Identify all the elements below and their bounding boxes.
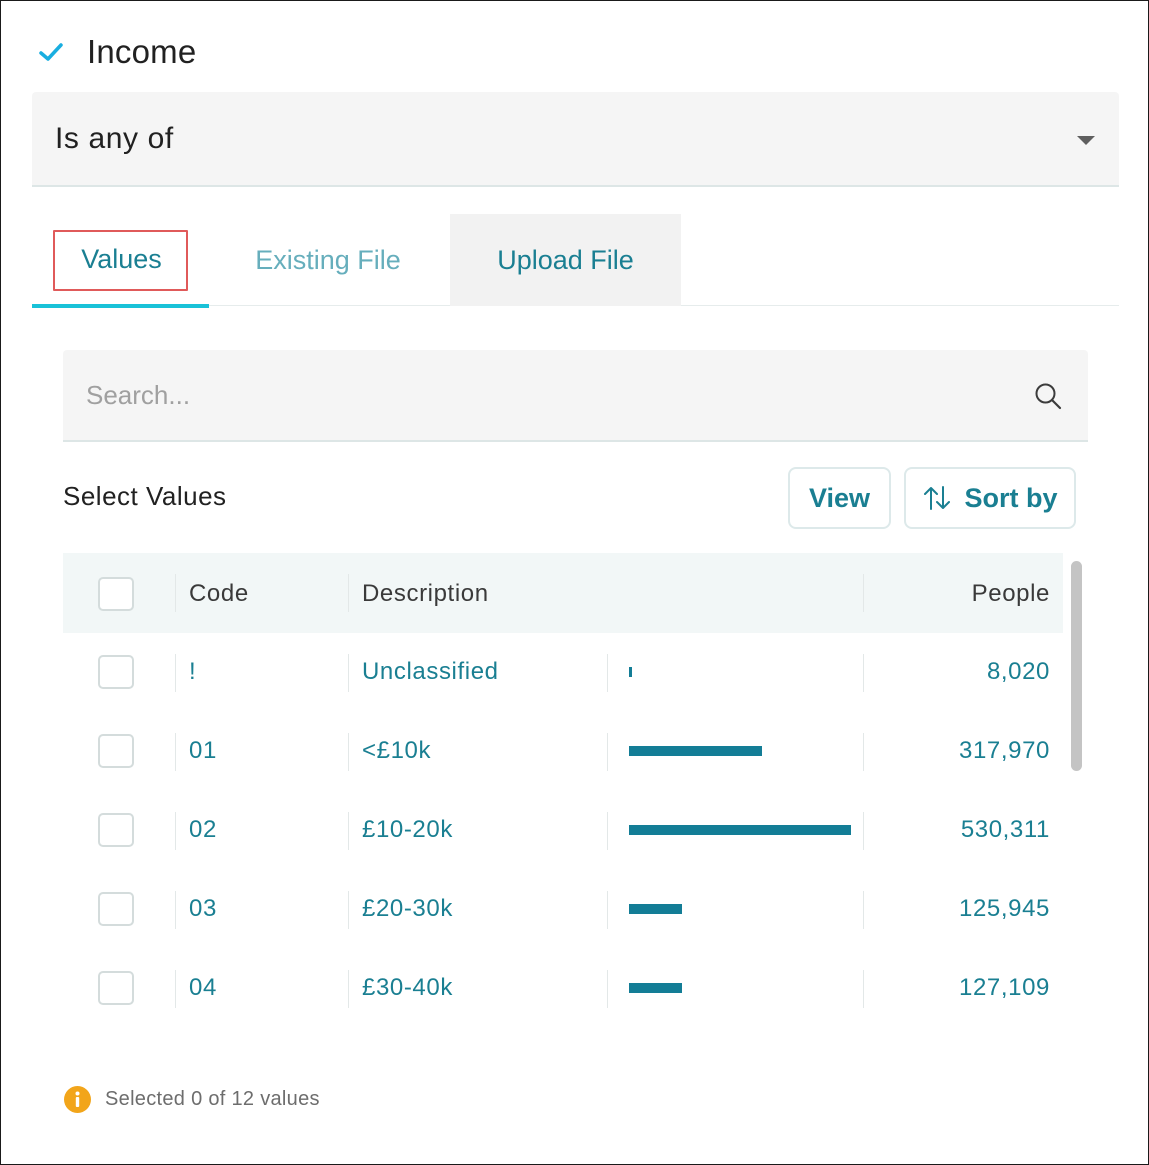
- column-divider: [175, 733, 176, 771]
- sort-by-button-label: Sort by: [964, 482, 1058, 513]
- table-row[interactable]: ! Unclassified 8,020: [63, 633, 1063, 712]
- column-header-description: Description: [362, 580, 489, 607]
- column-divider: [348, 812, 349, 850]
- sort-arrows-icon: [922, 483, 952, 513]
- table-row[interactable]: 04 £30-40k 127,109: [63, 949, 1063, 1028]
- sort-by-button[interactable]: Sort by: [904, 467, 1076, 529]
- search-icon[interactable]: [1033, 381, 1063, 411]
- row-checkbox[interactable]: [98, 971, 134, 1005]
- active-tab-indicator: [32, 304, 209, 308]
- table-row[interactable]: 03 £20-30k 125,945: [63, 870, 1063, 949]
- view-button[interactable]: View: [788, 467, 891, 529]
- tab-upload-file[interactable]: Upload File: [450, 214, 681, 306]
- select-all-checkbox[interactable]: [98, 577, 134, 611]
- row-description: £30-40k: [362, 974, 453, 1001]
- row-description: £10-20k: [362, 816, 453, 843]
- view-button-label: View: [808, 482, 871, 513]
- column-divider: [348, 574, 349, 612]
- operator-value: Is any of: [55, 121, 174, 155]
- tab-existing-file-label: Existing File: [255, 244, 401, 275]
- values-table: Code Description People ! Unclassified 8,0…: [63, 553, 1063, 1039]
- table-header: Code Description People: [63, 553, 1063, 633]
- selection-summary: Selected 0 of 12 values: [64, 1086, 320, 1113]
- column-divider: [607, 654, 608, 692]
- people-bar: [629, 825, 851, 835]
- column-divider: [175, 812, 176, 850]
- panel-header: Income: [37, 29, 196, 75]
- row-description: Unclassified: [362, 658, 499, 685]
- people-bar: [629, 667, 632, 677]
- column-divider: [348, 970, 349, 1008]
- column-divider: [348, 654, 349, 692]
- people-bar: [629, 904, 682, 914]
- row-code: 02: [189, 816, 217, 843]
- row-people: 317,970: [959, 737, 1050, 764]
- column-divider: [175, 654, 176, 692]
- row-people: 8,020: [986, 658, 1050, 685]
- people-bar: [629, 746, 762, 756]
- tab-existing-file[interactable]: Existing File: [230, 214, 426, 306]
- row-people: 125,945: [959, 895, 1050, 922]
- filter-panel: Income Is any of Values Existing File Up…: [0, 0, 1149, 1165]
- select-values-label: Select Values: [63, 481, 227, 511]
- page-title: Income: [87, 33, 197, 70]
- caret-down-icon: [1077, 136, 1095, 145]
- tab-values[interactable]: Values: [32, 214, 209, 308]
- row-description: £20-30k: [362, 895, 453, 922]
- table-scrollbar[interactable]: [1071, 561, 1082, 771]
- column-header-people: People: [971, 580, 1050, 607]
- tab-values-label: Values: [53, 229, 188, 291]
- table-row[interactable]: 01 <£10k 317,970: [63, 712, 1063, 791]
- search-box: [63, 350, 1088, 442]
- column-divider: [348, 891, 349, 929]
- row-people: 127,109: [959, 974, 1050, 1001]
- people-bar: [629, 983, 682, 993]
- row-checkbox[interactable]: [98, 734, 134, 768]
- column-divider: [175, 891, 176, 929]
- column-divider: [607, 812, 608, 850]
- row-checkbox[interactable]: [98, 813, 134, 847]
- tab-bar: Values Existing File Upload File: [32, 214, 1119, 308]
- column-divider: [607, 733, 608, 771]
- row-code: !: [189, 658, 197, 685]
- row-description: <£10k: [362, 737, 432, 764]
- row-checkbox[interactable]: [98, 892, 134, 926]
- table-row[interactable]: 02 £10-20k 530,311: [63, 791, 1063, 870]
- column-divider: [607, 970, 608, 1008]
- row-checkbox[interactable]: [98, 655, 134, 689]
- row-code: 04: [189, 974, 217, 1001]
- search-input[interactable]: [86, 379, 986, 411]
- tab-upload-file-label: Upload File: [497, 244, 634, 275]
- row-people: 530,311: [960, 816, 1050, 843]
- column-header-code: Code: [189, 580, 249, 607]
- row-code: 01: [189, 737, 217, 764]
- check-icon: [37, 38, 65, 66]
- info-icon: [64, 1086, 91, 1113]
- column-divider: [607, 891, 608, 929]
- column-divider: [175, 970, 176, 1008]
- column-divider: [348, 733, 349, 771]
- operator-dropdown[interactable]: Is any of: [32, 92, 1119, 187]
- row-code: 03: [189, 895, 217, 922]
- column-divider: [175, 574, 176, 612]
- selection-summary-text: Selected 0 of 12 values: [105, 1088, 320, 1110]
